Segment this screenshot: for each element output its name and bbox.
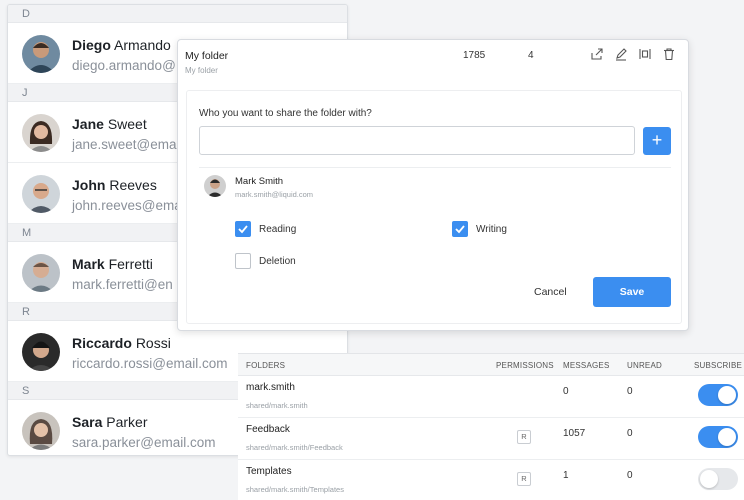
- table-row[interactable]: Feedback shared/mark.smith/Feedback R 10…: [238, 418, 744, 460]
- section-header-d: D: [8, 5, 347, 23]
- folder-path: shared/mark.smith/Feedback: [246, 443, 343, 452]
- deletion-label: Deletion: [259, 256, 296, 267]
- folder-title: My folder: [185, 50, 229, 62]
- writing-label: Writing: [476, 224, 507, 235]
- shared-user-email: mark.smith@liquid.com: [235, 190, 314, 199]
- table-header: FOLDERS PERMISSIONS MESSAGES UNREAD SUBS…: [238, 354, 744, 376]
- columns-icon[interactable]: [636, 45, 654, 63]
- deletion-checkbox[interactable]: [235, 253, 251, 269]
- header-permissions: PERMISSIONS: [496, 361, 554, 370]
- toggle-knob: [700, 470, 718, 488]
- writing-checkbox[interactable]: [452, 221, 468, 237]
- reading-label: Reading: [259, 224, 297, 235]
- folder-messages: 0: [563, 386, 569, 397]
- shared-user-name: Mark Smith: [235, 176, 284, 187]
- contact-email: sara.parker@email.com: [72, 435, 216, 450]
- folder-unread: 0: [627, 428, 633, 439]
- subscribe-toggle[interactable]: [698, 468, 738, 490]
- share-icon[interactable]: [588, 45, 606, 63]
- table-row[interactable]: Templates shared/mark.smith/Templates R …: [238, 460, 744, 500]
- header-folders: FOLDERS: [246, 361, 286, 370]
- toggle-knob: [718, 428, 736, 446]
- cancel-button[interactable]: Cancel: [534, 286, 567, 298]
- contact-email: diego.armando@...: [72, 58, 188, 73]
- folder-name: Feedback: [246, 424, 290, 435]
- folder-toolbar: [588, 45, 678, 63]
- contact-name: Jane Sweet: [72, 116, 147, 132]
- subscribe-toggle[interactable]: [698, 384, 738, 406]
- header-subscribe: SUBSCRIBE: [694, 361, 743, 370]
- contact-email: jane.sweet@ema: [72, 137, 177, 152]
- contact-name: John Reeves: [72, 177, 157, 193]
- folder-name: Templates: [246, 466, 292, 477]
- header-unread: UNREAD: [627, 361, 662, 370]
- toggle-knob: [718, 386, 736, 404]
- permission-badge: R: [517, 472, 531, 486]
- reading-checkbox[interactable]: [235, 221, 251, 237]
- folder-path: shared/mark.smith/Templates: [246, 485, 344, 494]
- save-button[interactable]: Save: [593, 277, 671, 307]
- contact-email: mark.ferretti@en: [72, 277, 173, 292]
- folder-name: mark.smith: [246, 382, 295, 393]
- permission-badge: R: [517, 430, 531, 444]
- share-question: Who you want to share the folder with?: [199, 108, 372, 119]
- avatar: [22, 35, 60, 73]
- avatar: [22, 114, 60, 152]
- avatar: [22, 175, 60, 213]
- avatar: [22, 333, 60, 371]
- table-row[interactable]: mark.smith shared/mark.smith 0 0: [238, 376, 744, 418]
- contact-email: john.reeves@ema: [72, 198, 182, 213]
- avatar: [204, 175, 226, 197]
- subscribe-toggle[interactable]: [698, 426, 738, 448]
- folders-table: FOLDERS PERMISSIONS MESSAGES UNREAD SUBS…: [238, 353, 744, 500]
- folder-unread: 0: [627, 386, 633, 397]
- folder-messages: 1: [563, 470, 569, 481]
- contact-name: Riccardo Rossi: [72, 335, 171, 351]
- contact-name: Sara Parker: [72, 414, 148, 430]
- share-search-input[interactable]: [199, 126, 635, 155]
- header-messages: MESSAGES: [563, 361, 610, 370]
- avatar: [22, 412, 60, 450]
- share-panel: Who you want to share the folder with? +…: [186, 90, 682, 324]
- trash-icon[interactable]: [660, 45, 678, 63]
- folder-count-unread: 4: [528, 50, 534, 61]
- folder-path: shared/mark.smith: [246, 401, 308, 410]
- folder-card: My folder My folder 1785 4 Who you want …: [177, 39, 689, 331]
- divider: [199, 167, 671, 168]
- edit-icon[interactable]: [612, 45, 630, 63]
- folder-unread: 0: [627, 470, 633, 481]
- add-user-button[interactable]: +: [643, 127, 671, 155]
- folder-subtitle: My folder: [185, 66, 218, 75]
- contact-name: Mark Ferretti: [72, 256, 153, 272]
- contact-email: riccardo.rossi@email.com: [72, 356, 228, 371]
- folder-messages: 1057: [563, 428, 586, 439]
- avatar: [22, 254, 60, 292]
- contact-name: Diego Armando: [72, 37, 171, 53]
- folder-count-total: 1785: [463, 50, 486, 61]
